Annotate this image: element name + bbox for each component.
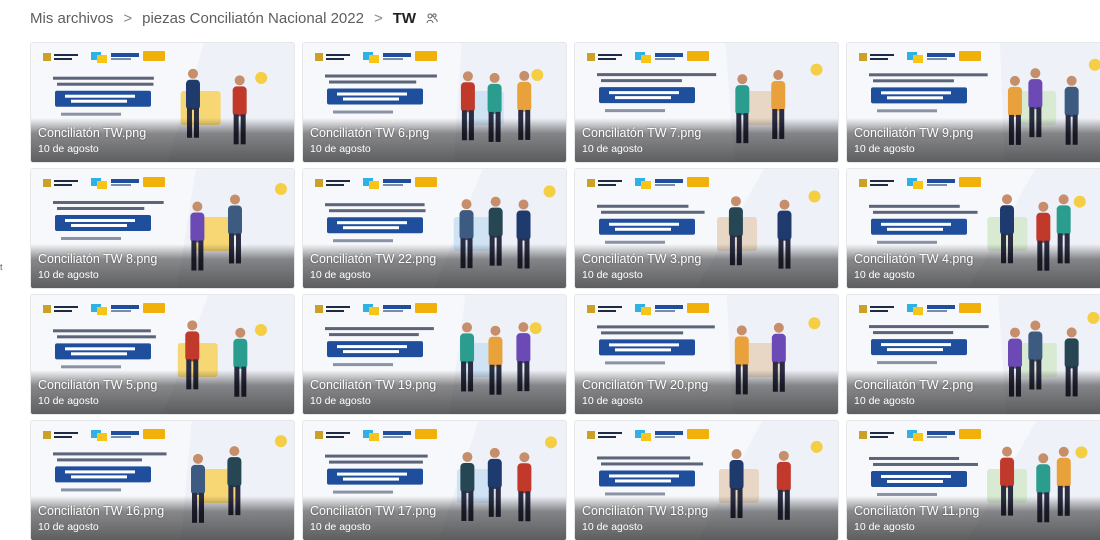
file-date: 10 de agosto <box>854 395 915 407</box>
file-tile[interactable]: Conciliatón TW 9.png 10 de agosto <box>847 43 1100 162</box>
file-name: Conciliatón TW 3.png <box>582 252 702 266</box>
file-grid: Conciliatón TW.png 10 de agosto Concilia… <box>31 43 1100 540</box>
file-date: 10 de agosto <box>582 269 643 281</box>
file-date: 10 de agosto <box>310 269 371 281</box>
file-tile[interactable]: Conciliatón TW 11.png 10 de agosto <box>847 421 1100 540</box>
file-date: 10 de agosto <box>854 269 915 281</box>
file-tile[interactable]: Conciliatón TW 3.png 10 de agosto <box>575 169 838 288</box>
file-name: Conciliatón TW 9.png <box>854 126 974 140</box>
file-tile[interactable]: Conciliatón TW 6.png 10 de agosto <box>303 43 566 162</box>
file-name: Conciliatón TW 20.png <box>582 378 709 392</box>
file-date: 10 de agosto <box>310 521 371 533</box>
tile-overlay <box>303 118 566 162</box>
left-edge-text: t <box>0 262 3 272</box>
file-tile[interactable]: Conciliatón TW 2.png 10 de agosto <box>847 295 1100 414</box>
tile-overlay <box>31 118 294 162</box>
breadcrumb-separator: > <box>123 9 133 27</box>
tile-overlay <box>575 244 838 288</box>
file-date: 10 de agosto <box>38 395 99 407</box>
file-date: 10 de agosto <box>38 521 99 533</box>
tile-overlay <box>847 496 1100 540</box>
file-tile[interactable]: Conciliatón TW 4.png 10 de agosto <box>847 169 1100 288</box>
tile-overlay <box>575 370 838 414</box>
tile-overlay <box>303 496 566 540</box>
file-name: Conciliatón TW 2.png <box>854 378 974 392</box>
tile-overlay <box>303 370 566 414</box>
file-name: Conciliatón TW 8.png <box>38 252 158 266</box>
file-date: 10 de agosto <box>582 143 643 155</box>
file-name: Conciliatón TW 19.png <box>310 378 437 392</box>
file-tile[interactable]: Conciliatón TW 19.png 10 de agosto <box>303 295 566 414</box>
file-tile[interactable]: Conciliatón TW.png 10 de agosto <box>31 43 294 162</box>
tile-overlay <box>575 496 838 540</box>
file-name: Conciliatón TW 7.png <box>582 126 702 140</box>
tile-overlay <box>847 370 1100 414</box>
file-tile[interactable]: Conciliatón TW 16.png 10 de agosto <box>31 421 294 540</box>
file-tile[interactable]: Conciliatón TW 8.png 10 de agosto <box>31 169 294 288</box>
tile-overlay <box>31 370 294 414</box>
file-date: 10 de agosto <box>38 269 99 281</box>
file-name: Conciliatón TW 16.png <box>38 504 165 518</box>
file-date: 10 de agosto <box>582 395 643 407</box>
file-date: 10 de agosto <box>854 521 915 533</box>
tile-overlay <box>303 244 566 288</box>
file-tile[interactable]: Conciliatón TW 5.png 10 de agosto <box>31 295 294 414</box>
file-date: 10 de agosto <box>38 143 99 155</box>
file-tile[interactable]: Conciliatón TW 22.png 10 de agosto <box>303 169 566 288</box>
file-date: 10 de agosto <box>854 143 915 155</box>
file-date: 10 de agosto <box>310 395 371 407</box>
tile-overlay <box>575 118 838 162</box>
shared-people-icon[interactable] <box>426 12 438 24</box>
file-name: Conciliatón TW 5.png <box>38 378 158 392</box>
breadcrumb-item-piezas[interactable]: piezas Conciliatón Nacional 2022 <box>142 10 364 27</box>
file-name: Conciliatón TW 18.png <box>582 504 709 518</box>
breadcrumb-separator: > <box>373 9 383 27</box>
file-tile[interactable]: Conciliatón TW 17.png 10 de agosto <box>303 421 566 540</box>
file-date: 10 de agosto <box>582 521 643 533</box>
file-date: 10 de agosto <box>310 143 371 155</box>
tile-overlay <box>31 496 294 540</box>
tile-overlay <box>847 118 1100 162</box>
file-name: Conciliatón TW 22.png <box>310 252 437 266</box>
breadcrumb: Mis archivos > piezas Conciliatón Nacion… <box>30 8 438 28</box>
file-tile[interactable]: Conciliatón TW 18.png 10 de agosto <box>575 421 838 540</box>
tile-overlay <box>31 244 294 288</box>
file-name: Conciliatón TW 6.png <box>310 126 430 140</box>
file-name: Conciliatón TW 17.png <box>310 504 437 518</box>
file-tile[interactable]: Conciliatón TW 7.png 10 de agosto <box>575 43 838 162</box>
breadcrumb-item-mis-archivos[interactable]: Mis archivos <box>30 10 113 27</box>
file-name: Conciliatón TW 4.png <box>854 252 974 266</box>
tile-overlay <box>847 244 1100 288</box>
file-name: Conciliatón TW 11.png <box>854 504 980 518</box>
file-name: Conciliatón TW.png <box>38 126 147 140</box>
breadcrumb-current-folder: TW <box>392 9 417 27</box>
file-tile[interactable]: Conciliatón TW 20.png 10 de agosto <box>575 295 838 414</box>
